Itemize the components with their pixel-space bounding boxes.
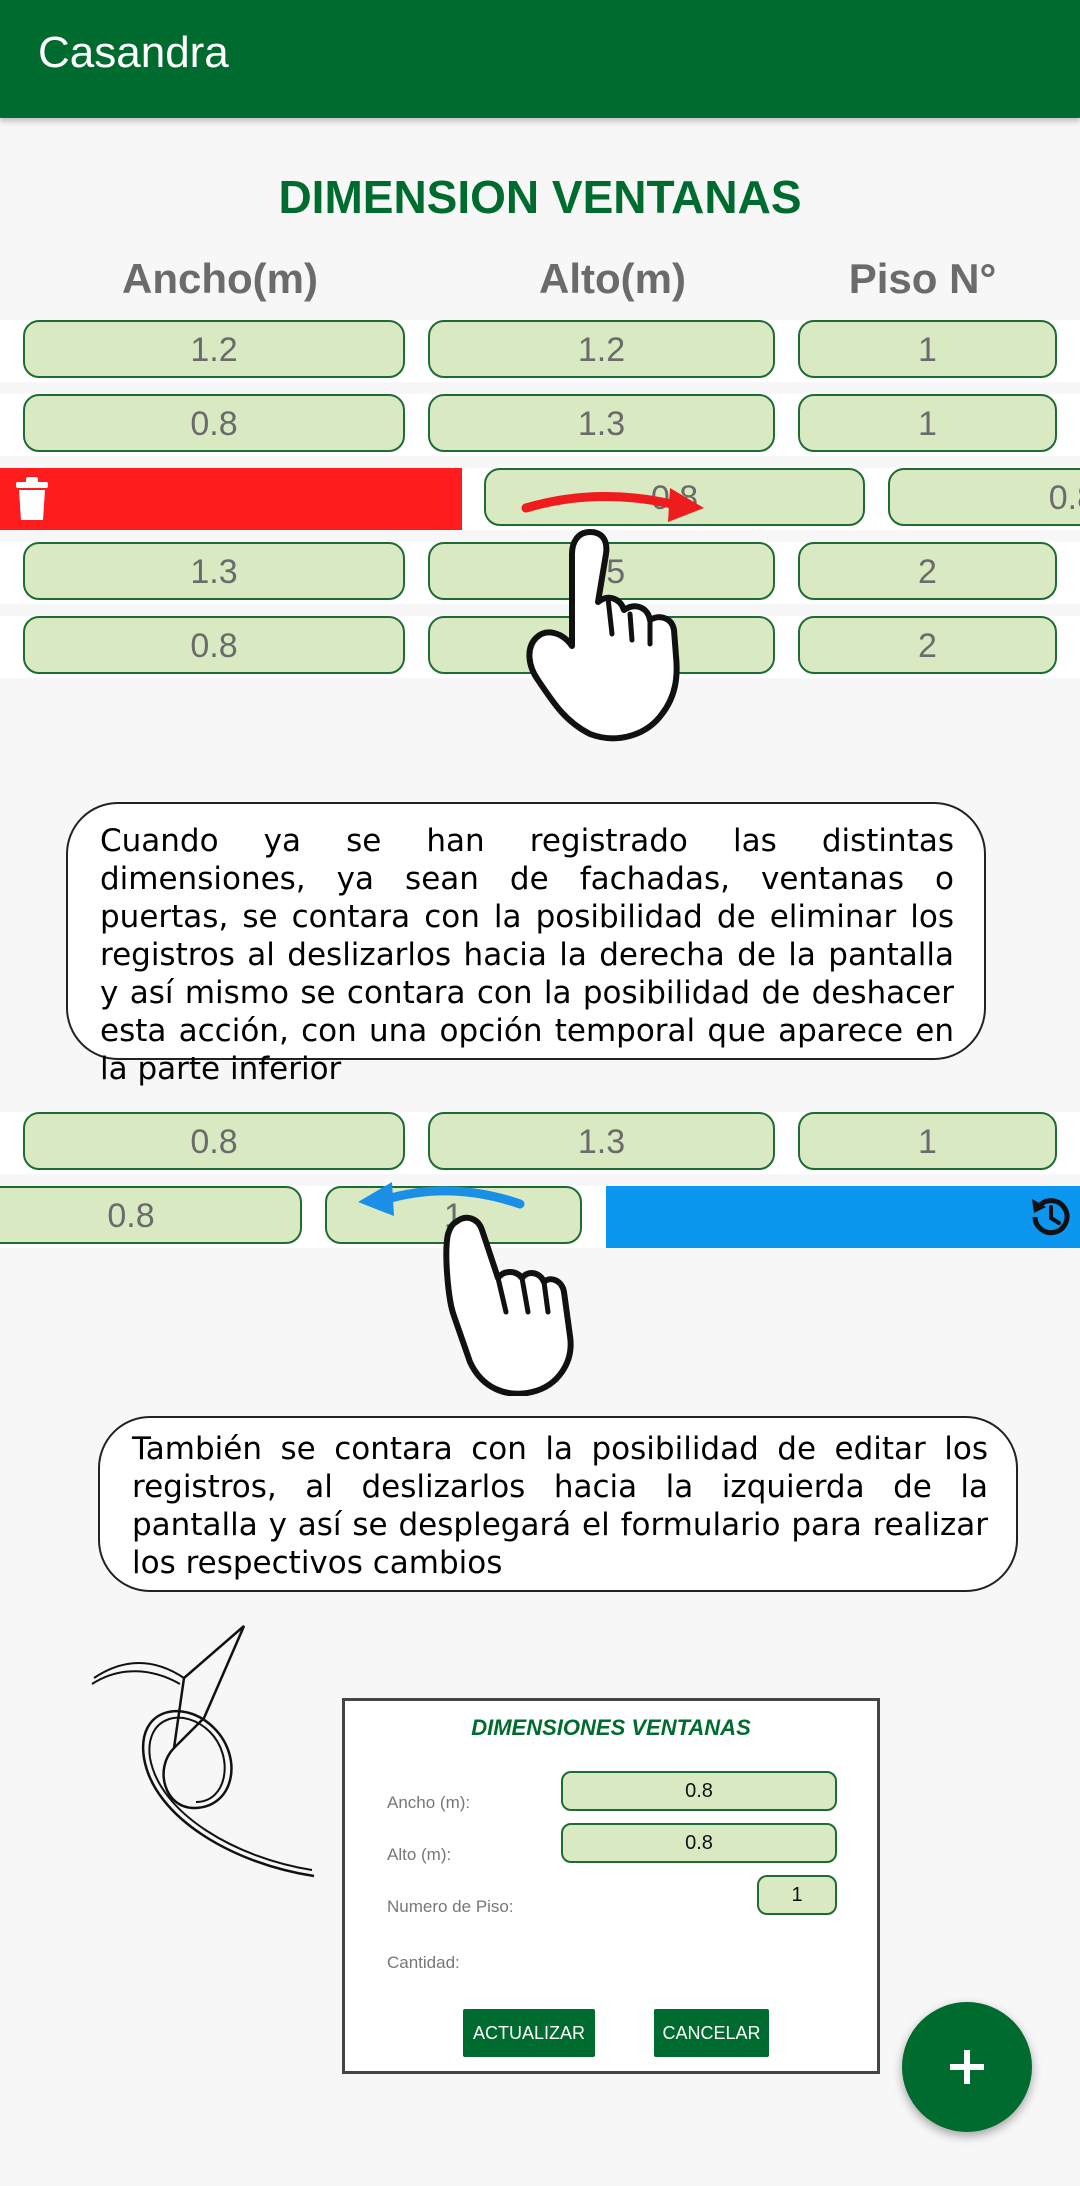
- edit-dialog: DIMENSIONES VENTANAS Ancho (m): 0.8 Alto…: [342, 1698, 880, 2074]
- plus-icon: [950, 2050, 984, 2084]
- piso-label: Numero de Piso:: [387, 1897, 514, 1916]
- app-title: Casandra: [38, 28, 229, 77]
- delete-swipe-note: Cuando ya se han registrado las distinta…: [66, 802, 986, 1087]
- undo-swipe-background: [606, 1186, 1080, 1248]
- add-button[interactable]: [902, 2002, 1032, 2132]
- cell-piso[interactable]: 1: [798, 394, 1057, 452]
- update-button[interactable]: ACTUALIZAR: [463, 2009, 595, 2057]
- page-title: DIMENSION VENTANAS: [278, 171, 802, 223]
- cell-ancho[interactable]: 0.8: [23, 394, 405, 452]
- curved-arrow-icon: [91, 1625, 315, 1878]
- piso-field[interactable]: 1: [757, 1875, 837, 1915]
- cell-ancho[interactable]: 1.3: [23, 542, 405, 600]
- ancho-field[interactable]: 0.8: [561, 1771, 837, 1811]
- table-row[interactable]: 0.8 1.3 1: [0, 1112, 1080, 1174]
- table-row[interactable]: 0.8 1.3 1: [0, 394, 1080, 456]
- cantidad-label: Cantidad:: [387, 1953, 460, 1972]
- alto-label: Alto (m):: [387, 1845, 452, 1864]
- table-row[interactable]: 1.2 1.2 1: [0, 320, 1080, 382]
- cell-ancho[interactable]: 0.8: [23, 616, 405, 674]
- cancel-button[interactable]: CANCELAR: [654, 2009, 769, 2057]
- cell-ancho[interactable]: 1.2: [23, 320, 405, 378]
- column-header-ancho: Ancho(m): [122, 255, 318, 302]
- hand-pointer-icon: [526, 529, 680, 742]
- hand-pointer-icon: [443, 1214, 574, 1396]
- cell-piso[interactable]: 2: [798, 542, 1057, 600]
- cell-alto[interactable]: 1.2: [428, 320, 775, 378]
- edit-swipe-note: También se contara con la posibilidad de…: [98, 1416, 1018, 1592]
- cell-piso[interactable]: 1: [798, 1112, 1057, 1170]
- trash-icon[interactable]: [12, 476, 52, 522]
- column-header-piso: Piso N°: [848, 255, 997, 302]
- history-icon[interactable]: [1026, 1193, 1074, 1241]
- cell-piso[interactable]: 2: [798, 616, 1057, 674]
- cell-ancho[interactable]: 0.8: [23, 1112, 405, 1170]
- cell-piso[interactable]: 0.8: [888, 468, 1080, 526]
- cell-piso[interactable]: 1: [798, 320, 1057, 378]
- cell-alto[interactable]: 1.3: [428, 1112, 775, 1170]
- cell-alto[interactable]: 1.3: [428, 394, 775, 452]
- delete-swipe-background: [0, 468, 462, 530]
- app-bar: Casandra: [0, 0, 1080, 118]
- dialog-title: DIMENSIONES VENTANAS: [471, 1715, 751, 1740]
- column-header-alto: Alto(m): [539, 255, 686, 302]
- alto-field[interactable]: 0.8: [561, 1823, 837, 1863]
- cell-ancho[interactable]: 0.8: [0, 1186, 302, 1244]
- ancho-label: Ancho (m):: [387, 1793, 471, 1812]
